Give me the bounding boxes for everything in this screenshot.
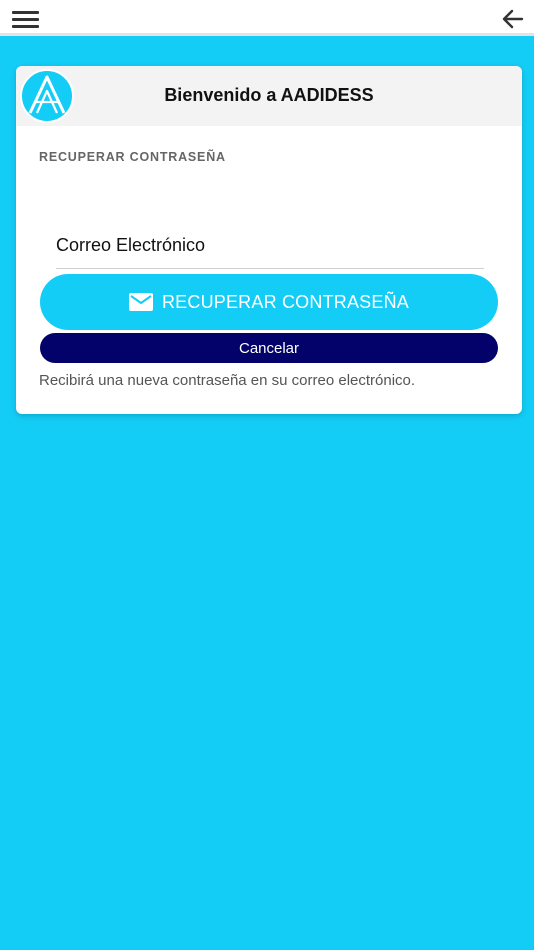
hint-text: Recibirá una nueva contraseña en su corr… bbox=[39, 372, 416, 389]
email-field-wrapper bbox=[56, 226, 484, 269]
card-title: Bienvenido a AADIDESS bbox=[164, 85, 374, 105]
email-field[interactable] bbox=[56, 226, 484, 264]
mail-icon bbox=[128, 293, 153, 311]
top-bar bbox=[0, 0, 534, 36]
cancel-label: Cancelar bbox=[238, 339, 300, 357]
cancel-button[interactable]: Cancelar bbox=[40, 333, 498, 363]
recover-password-label: RECUPERAR CONTRASEÑA bbox=[161, 291, 410, 312]
recover-password-button[interactable]: RECUPERAR CONTRASEÑA bbox=[40, 274, 498, 330]
section-label: RECUPERAR CONTRASEÑA bbox=[39, 150, 226, 164]
card-header: Bienvenido a AADIDESS bbox=[16, 66, 522, 126]
hamburger-menu-icon[interactable] bbox=[12, 8, 42, 30]
back-arrow-icon[interactable] bbox=[500, 6, 526, 32]
recover-password-card: Bienvenido a AADIDESS RECUPERAR CONTRASE… bbox=[16, 66, 522, 414]
